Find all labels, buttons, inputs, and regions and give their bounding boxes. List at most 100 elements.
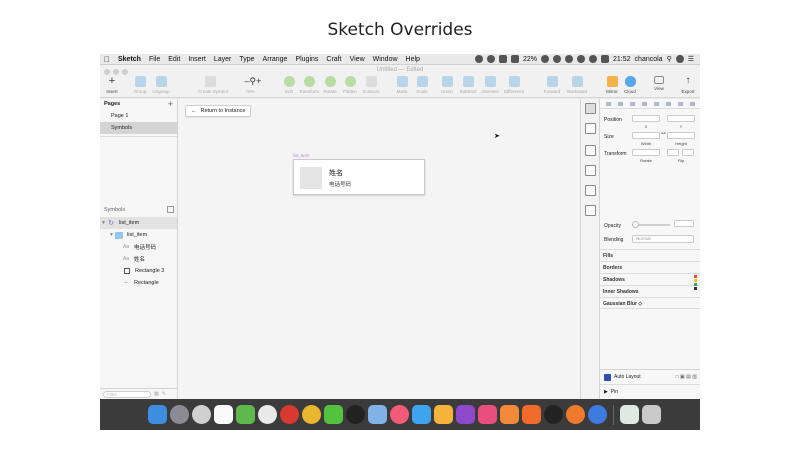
avatar-rectangle[interactable] <box>300 167 322 189</box>
clock-time[interactable]: 21:52 <box>613 56 631 63</box>
add-page-button[interactable]: + <box>168 99 173 109</box>
swatch-red[interactable] <box>694 275 697 278</box>
symbol-artboard[interactable]: 姓名 电话号码 <box>293 159 425 195</box>
status-sync-icon[interactable] <box>541 55 550 63</box>
netease-music-icon[interactable] <box>280 405 299 424</box>
layer-row[interactable]: Aa 电话号码 <box>100 241 177 253</box>
height-field[interactable] <box>667 132 695 139</box>
notification-icon[interactable]: ☰ <box>688 55 694 63</box>
lock-ratio-icon[interactable]: ⚯ <box>660 131 667 137</box>
symbols-collapse-button[interactable] <box>167 206 174 213</box>
inspector-tab-icon[interactable] <box>585 103 596 114</box>
ungroup-button[interactable]: Ungroup <box>149 76 173 94</box>
inner-shadows-section[interactable]: Inner Shadows <box>600 285 700 297</box>
menu-help[interactable]: Help <box>402 56 424 63</box>
sketch-icon[interactable] <box>434 405 453 424</box>
opacity-field[interactable] <box>674 220 694 227</box>
canvas[interactable]: ← Return to Instance ➤ list_item 姓名 电话号码 <box>178 99 580 399</box>
status-music-icon[interactable] <box>487 55 495 63</box>
layer-row[interactable]: Rectangle 3 <box>100 265 177 277</box>
filter-options-icon[interactable]: ▦ <box>154 391 159 397</box>
status-window-icon[interactable] <box>601 55 610 63</box>
app-store-icon[interactable] <box>412 405 431 424</box>
launchpad-icon[interactable] <box>170 405 189 424</box>
status-dropbox-icon[interactable] <box>553 55 562 63</box>
page-item-symbols[interactable]: Symbols <box>100 122 177 134</box>
position-y-field[interactable] <box>667 115 695 122</box>
apple-icon[interactable]:  <box>100 55 114 64</box>
layer-row[interactable]: Aa 姓名 <box>100 253 177 265</box>
shadows-section[interactable]: Shadows <box>600 273 700 285</box>
affinity-icon[interactable] <box>456 405 475 424</box>
create-symbol-button[interactable]: Create Symbol <box>198 76 228 94</box>
status-arrow-icon[interactable] <box>499 55 507 63</box>
flip-vertical-button[interactable] <box>682 149 694 156</box>
menu-type[interactable]: Type <box>235 56 258 63</box>
phone-text-layer[interactable]: 电话号码 <box>329 180 351 188</box>
qq-icon[interactable] <box>346 405 365 424</box>
chrome-icon[interactable] <box>302 405 321 424</box>
export-button[interactable]: ↑ Export <box>676 76 700 95</box>
layout-options-icon[interactable]: □ ▣ ▤ ▥ <box>676 374 700 380</box>
menu-view[interactable]: View <box>346 56 369 63</box>
wechat-icon[interactable] <box>324 405 343 424</box>
layer-row[interactable]: ▼ list_item <box>100 229 177 241</box>
trash-icon[interactable] <box>642 405 661 424</box>
layout-tab-icon[interactable] <box>585 145 596 156</box>
rotate-field[interactable] <box>632 149 660 156</box>
preview-icon[interactable] <box>368 405 387 424</box>
menu-edit[interactable]: Edit <box>164 56 184 63</box>
pin-disclosure-icon[interactable]: ▶ <box>604 389 608 395</box>
siri-icon[interactable] <box>675 55 684 63</box>
resize-tab-icon[interactable] <box>585 205 596 216</box>
view-button[interactable]: View <box>647 76 671 91</box>
wifi-icon[interactable] <box>565 55 574 63</box>
backward-button[interactable]: Backward <box>565 76 589 94</box>
gaussian-blur-section[interactable]: Gaussian Blur ◇ <box>600 297 700 309</box>
difference-button[interactable]: Difference <box>502 76 526 94</box>
flip-horizontal-button[interactable] <box>667 149 679 156</box>
disclosure-icon[interactable]: ▼ <box>100 220 107 226</box>
evernote-icon[interactable] <box>236 405 255 424</box>
menu-file[interactable]: File <box>145 56 164 63</box>
status-battery-icon[interactable] <box>511 55 519 63</box>
calendar-icon[interactable] <box>214 405 233 424</box>
position-x-field[interactable] <box>632 115 660 122</box>
menu-window[interactable]: Window <box>369 56 402 63</box>
filter-input[interactable]: Filter <box>103 390 151 398</box>
share-tab-icon[interactable] <box>585 123 596 134</box>
align-top-icon[interactable] <box>641 101 647 106</box>
spotlight-icon[interactable]: ⚲ <box>667 55 672 63</box>
pin-row[interactable]: ▶ Pin <box>600 384 700 399</box>
distribute-h-icon[interactable] <box>678 101 684 106</box>
menu-layer[interactable]: Layer <box>210 56 236 63</box>
align-bottom-icon[interactable] <box>666 101 672 106</box>
pages-divider[interactable] <box>100 136 177 137</box>
align-middle-icon[interactable] <box>654 101 660 106</box>
name-text-layer[interactable]: 姓名 <box>329 168 343 178</box>
return-to-instance-button[interactable]: ← Return to Instance <box>185 105 252 117</box>
user-name[interactable]: chancola <box>635 56 663 63</box>
align-center-icon[interactable] <box>617 101 623 106</box>
status-upload-icon[interactable] <box>577 55 586 63</box>
zoom-control[interactable]: –⚲+ 75% <box>238 76 262 94</box>
blending-select[interactable]: Normal <box>632 235 694 243</box>
fills-section[interactable]: Fills <box>600 249 700 261</box>
status-app-icon[interactable] <box>475 55 483 63</box>
align-left-icon[interactable] <box>605 101 611 106</box>
browser-icon[interactable] <box>588 405 607 424</box>
grid-tab-icon[interactable] <box>585 165 596 176</box>
menu-plugins[interactable]: Plugins <box>291 56 322 63</box>
distribute-v-icon[interactable] <box>690 101 696 106</box>
craft-icon[interactable] <box>478 405 497 424</box>
menu-craft[interactable]: Craft <box>322 56 345 63</box>
mweb-icon[interactable] <box>258 405 277 424</box>
export-slice-icon[interactable]: ✎ <box>162 391 166 397</box>
layer-row[interactable]: ━ Rectangle <box>100 277 177 289</box>
qq2-icon[interactable] <box>544 405 563 424</box>
paw-icon[interactable] <box>500 405 519 424</box>
opacity-slider-knob[interactable] <box>632 221 639 228</box>
menu-insert[interactable]: Insert <box>184 56 210 63</box>
width-field[interactable] <box>632 132 660 139</box>
menu-arrange[interactable]: Arrange <box>259 56 292 63</box>
